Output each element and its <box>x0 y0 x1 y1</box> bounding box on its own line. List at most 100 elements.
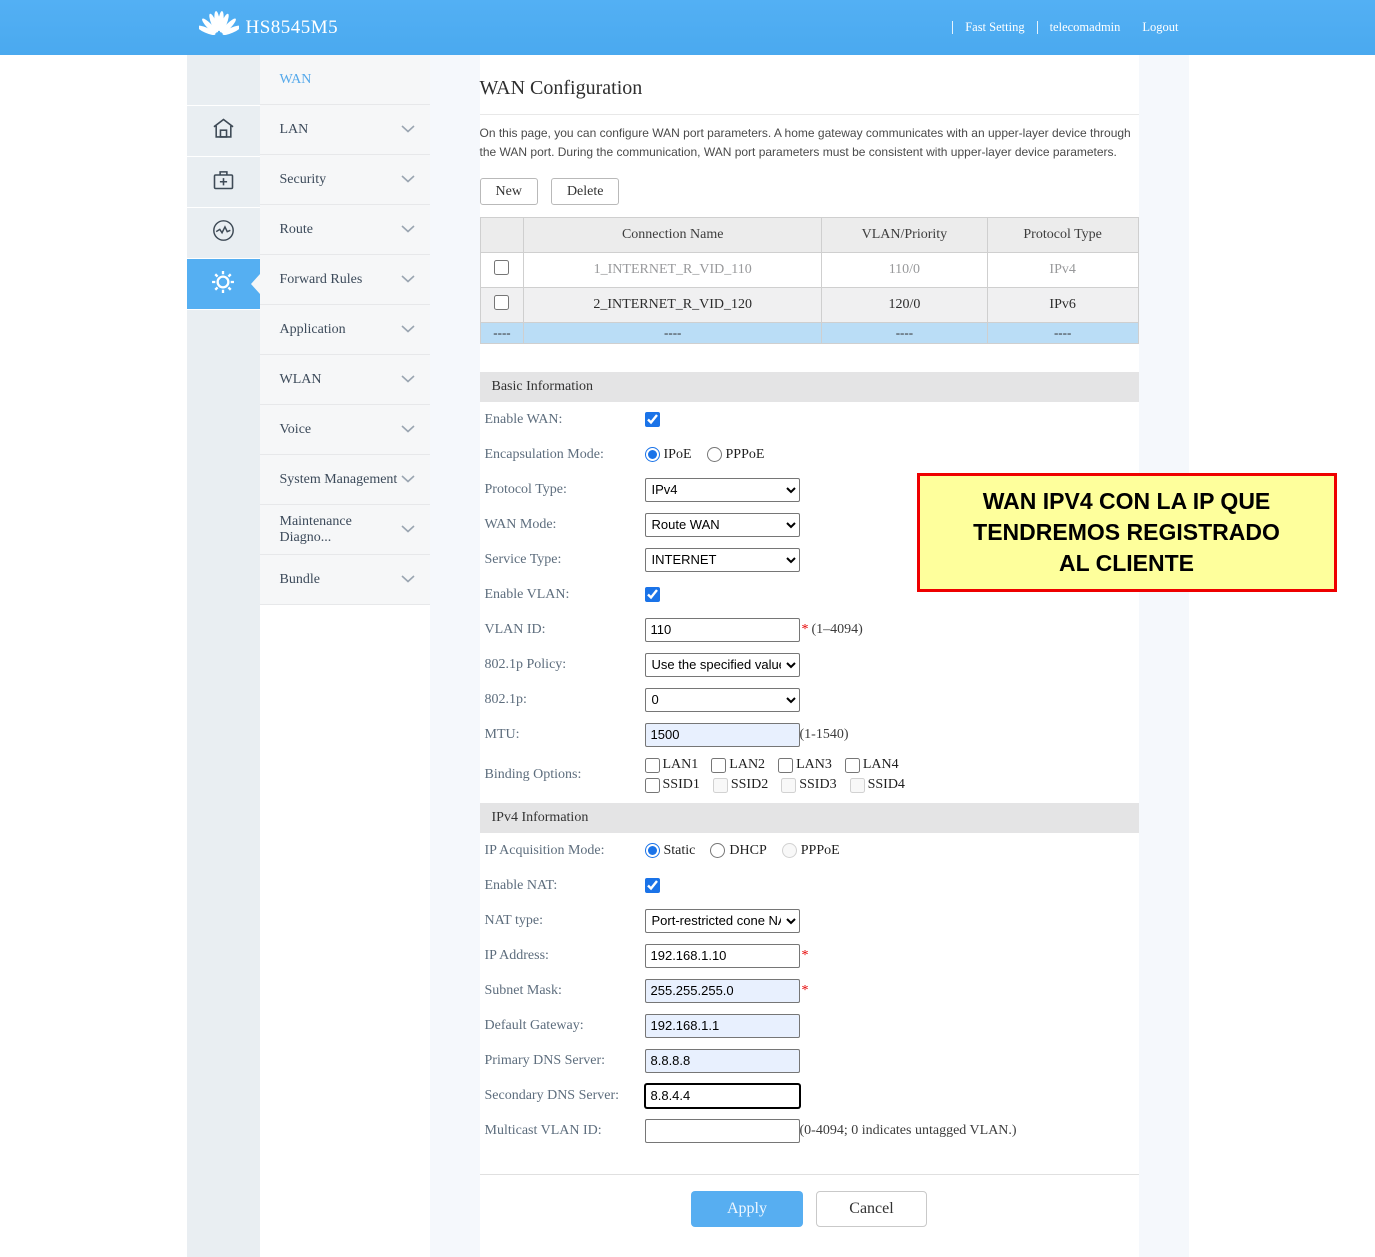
field-hint: (0-4094; 0 indicates untagged VLAN.) <box>800 1123 1017 1139</box>
protocol-type-select[interactable]: IPv4 <box>645 478 800 502</box>
settings-nav-button[interactable] <box>187 259 260 309</box>
lan2-checkbox-option[interactable]: LAN2 <box>711 757 765 773</box>
field-label: Protocol Type: <box>480 482 645 498</box>
lan1-checkbox-option[interactable]: LAN1 <box>645 757 699 773</box>
secondary-dns-input[interactable] <box>645 1084 800 1108</box>
diagnostics-nav-button[interactable] <box>187 208 260 258</box>
column-header: Connection Name <box>524 218 822 253</box>
subnet-mask-input[interactable] <box>645 979 800 1003</box>
logout-link[interactable]: Logout <box>1142 20 1178 35</box>
toolbar: New Delete <box>480 178 1139 205</box>
row-select-checkbox[interactable] <box>494 295 509 310</box>
home-nav-button[interactable] <box>187 106 260 156</box>
sidebar-item-label: Forward Rules <box>280 272 363 288</box>
enable-nat-checkbox[interactable] <box>645 878 660 893</box>
ip-address-input[interactable] <box>645 944 800 968</box>
ssid3-checkbox-option: SSID3 <box>781 777 836 793</box>
fast-setting-link[interactable]: Fast Setting <box>965 20 1024 35</box>
form-row-primary-dns: Primary DNS Server: <box>480 1043 1139 1078</box>
sidebar-item-system-management[interactable]: System Management <box>260 455 430 505</box>
lan3-checkbox-option[interactable]: LAN3 <box>778 757 832 773</box>
lan4-checkbox[interactable] <box>845 758 860 773</box>
primary-dns-input[interactable] <box>645 1049 800 1073</box>
enable-vlan-checkbox[interactable] <box>645 587 660 602</box>
huawei-logo-icon <box>199 9 239 46</box>
cancel-button[interactable]: Cancel <box>816 1191 927 1227</box>
section-header-ipv4-information: IPv4 Information <box>480 803 1139 833</box>
chevron-down-icon <box>401 422 415 438</box>
ssid1-checkbox-option[interactable]: SSID1 <box>645 777 700 793</box>
static-radio[interactable] <box>645 843 660 858</box>
sidebar-item-forward-rules[interactable]: Forward Rules <box>260 255 430 305</box>
sidebar-menu: WAN LAN Security Route Forward Rules App… <box>260 55 430 1257</box>
sidebar-item-application[interactable]: Application <box>260 305 430 355</box>
default-gateway-input[interactable] <box>645 1014 800 1038</box>
protocol-type-cell: IPv6 <box>987 288 1138 323</box>
multicast-vlan-id-input[interactable] <box>645 1119 800 1143</box>
username-link[interactable]: telecomadmin <box>1050 20 1121 35</box>
sidebar-item-label: Route <box>280 222 313 238</box>
column-header: VLAN/Priority <box>822 218 988 253</box>
sidebar-item-security[interactable]: Security <box>260 155 430 205</box>
form-row-vlan-id: VLAN ID: * (1–4094) <box>480 612 1139 647</box>
rail-fill <box>187 310 260 1257</box>
apply-button[interactable]: Apply <box>691 1191 803 1227</box>
service-type-select[interactable]: INTERNET <box>645 548 800 572</box>
lan2-checkbox[interactable] <box>711 758 726 773</box>
sidebar-item-route[interactable]: Route <box>260 205 430 255</box>
lan1-checkbox[interactable] <box>645 758 660 773</box>
delete-button[interactable]: Delete <box>551 178 620 205</box>
pppoe-radio-option[interactable]: PPPoE <box>707 447 765 463</box>
sidebar-item-lan[interactable]: LAN <box>260 105 430 155</box>
sidebar-item-bundle[interactable]: Bundle <box>260 555 430 605</box>
rail-spacer <box>187 55 260 105</box>
sidebar-item-label: System Management <box>280 472 398 488</box>
form-row-subnet-mask: Subnet Mask: * <box>480 973 1139 1008</box>
new-button[interactable]: New <box>480 178 538 205</box>
required-asterisk: * <box>802 948 809 964</box>
vlan-id-input[interactable] <box>645 618 800 642</box>
connection-name-cell[interactable]: 2_INTERNET_R_VID_120 <box>524 288 822 323</box>
sidebar-item-wlan[interactable]: WLAN <box>260 355 430 405</box>
row-select-checkbox[interactable] <box>494 260 509 275</box>
sidebar-item-voice[interactable]: Voice <box>260 405 430 455</box>
field-label: Enable VLAN: <box>480 587 645 603</box>
connection-name-cell[interactable]: 1_INTERNET_R_VID_110 <box>524 253 822 288</box>
table-row-selected-placeholder[interactable]: ---- ---- ---- ---- <box>480 323 1138 344</box>
pppoe-radio[interactable] <box>707 447 722 462</box>
page-description: On this page, you can configure WAN port… <box>480 124 1139 162</box>
annotation-line: AL CLIENTE <box>1059 548 1194 579</box>
field-label: IP Address: <box>480 948 645 964</box>
dhcp-radio-option[interactable]: DHCP <box>710 843 766 859</box>
sidebar-item-label: Voice <box>280 422 312 438</box>
form-row-mtu: MTU: (1-1540) <box>480 717 1139 752</box>
mtu-input[interactable] <box>645 723 800 747</box>
static-radio-option[interactable]: Static <box>645 843 696 859</box>
diagnostics-icon <box>210 217 237 249</box>
lan3-checkbox[interactable] <box>778 758 793 773</box>
placeholder-cell: ---- <box>524 323 822 344</box>
field-label: Enable NAT: <box>480 878 645 894</box>
ssid3-checkbox <box>781 778 796 793</box>
dhcp-radio[interactable] <box>710 843 725 858</box>
checkbox-label: SSID4 <box>868 777 905 793</box>
nat-type-select[interactable]: Port-restricted cone NAT <box>645 909 800 933</box>
chevron-down-icon <box>401 372 415 388</box>
ipoe-radio[interactable] <box>645 447 660 462</box>
placeholder-cell: ---- <box>987 323 1138 344</box>
lan4-checkbox-option[interactable]: LAN4 <box>845 757 899 773</box>
maintenance-nav-button[interactable] <box>187 157 260 207</box>
form-row-nat-type: NAT type: Port-restricted cone NAT <box>480 903 1139 938</box>
8021p-select[interactable]: 0 <box>645 688 800 712</box>
wan-mode-select[interactable]: Route WAN <box>645 513 800 537</box>
enable-wan-checkbox[interactable] <box>645 412 660 427</box>
8021p-policy-select[interactable]: Use the specified value <box>645 653 800 677</box>
chevron-down-icon <box>401 122 415 138</box>
ssid1-checkbox[interactable] <box>645 778 660 793</box>
ipoe-radio-option[interactable]: IPoE <box>645 447 692 463</box>
ssid2-checkbox <box>713 778 728 793</box>
required-asterisk: * <box>802 622 809 638</box>
field-label: Enable WAN: <box>480 412 645 428</box>
sidebar-item-maintenance-diagnosis[interactable]: Maintenance Diagno... <box>260 505 430 555</box>
sidebar-item-wan[interactable]: WAN <box>260 55 430 105</box>
